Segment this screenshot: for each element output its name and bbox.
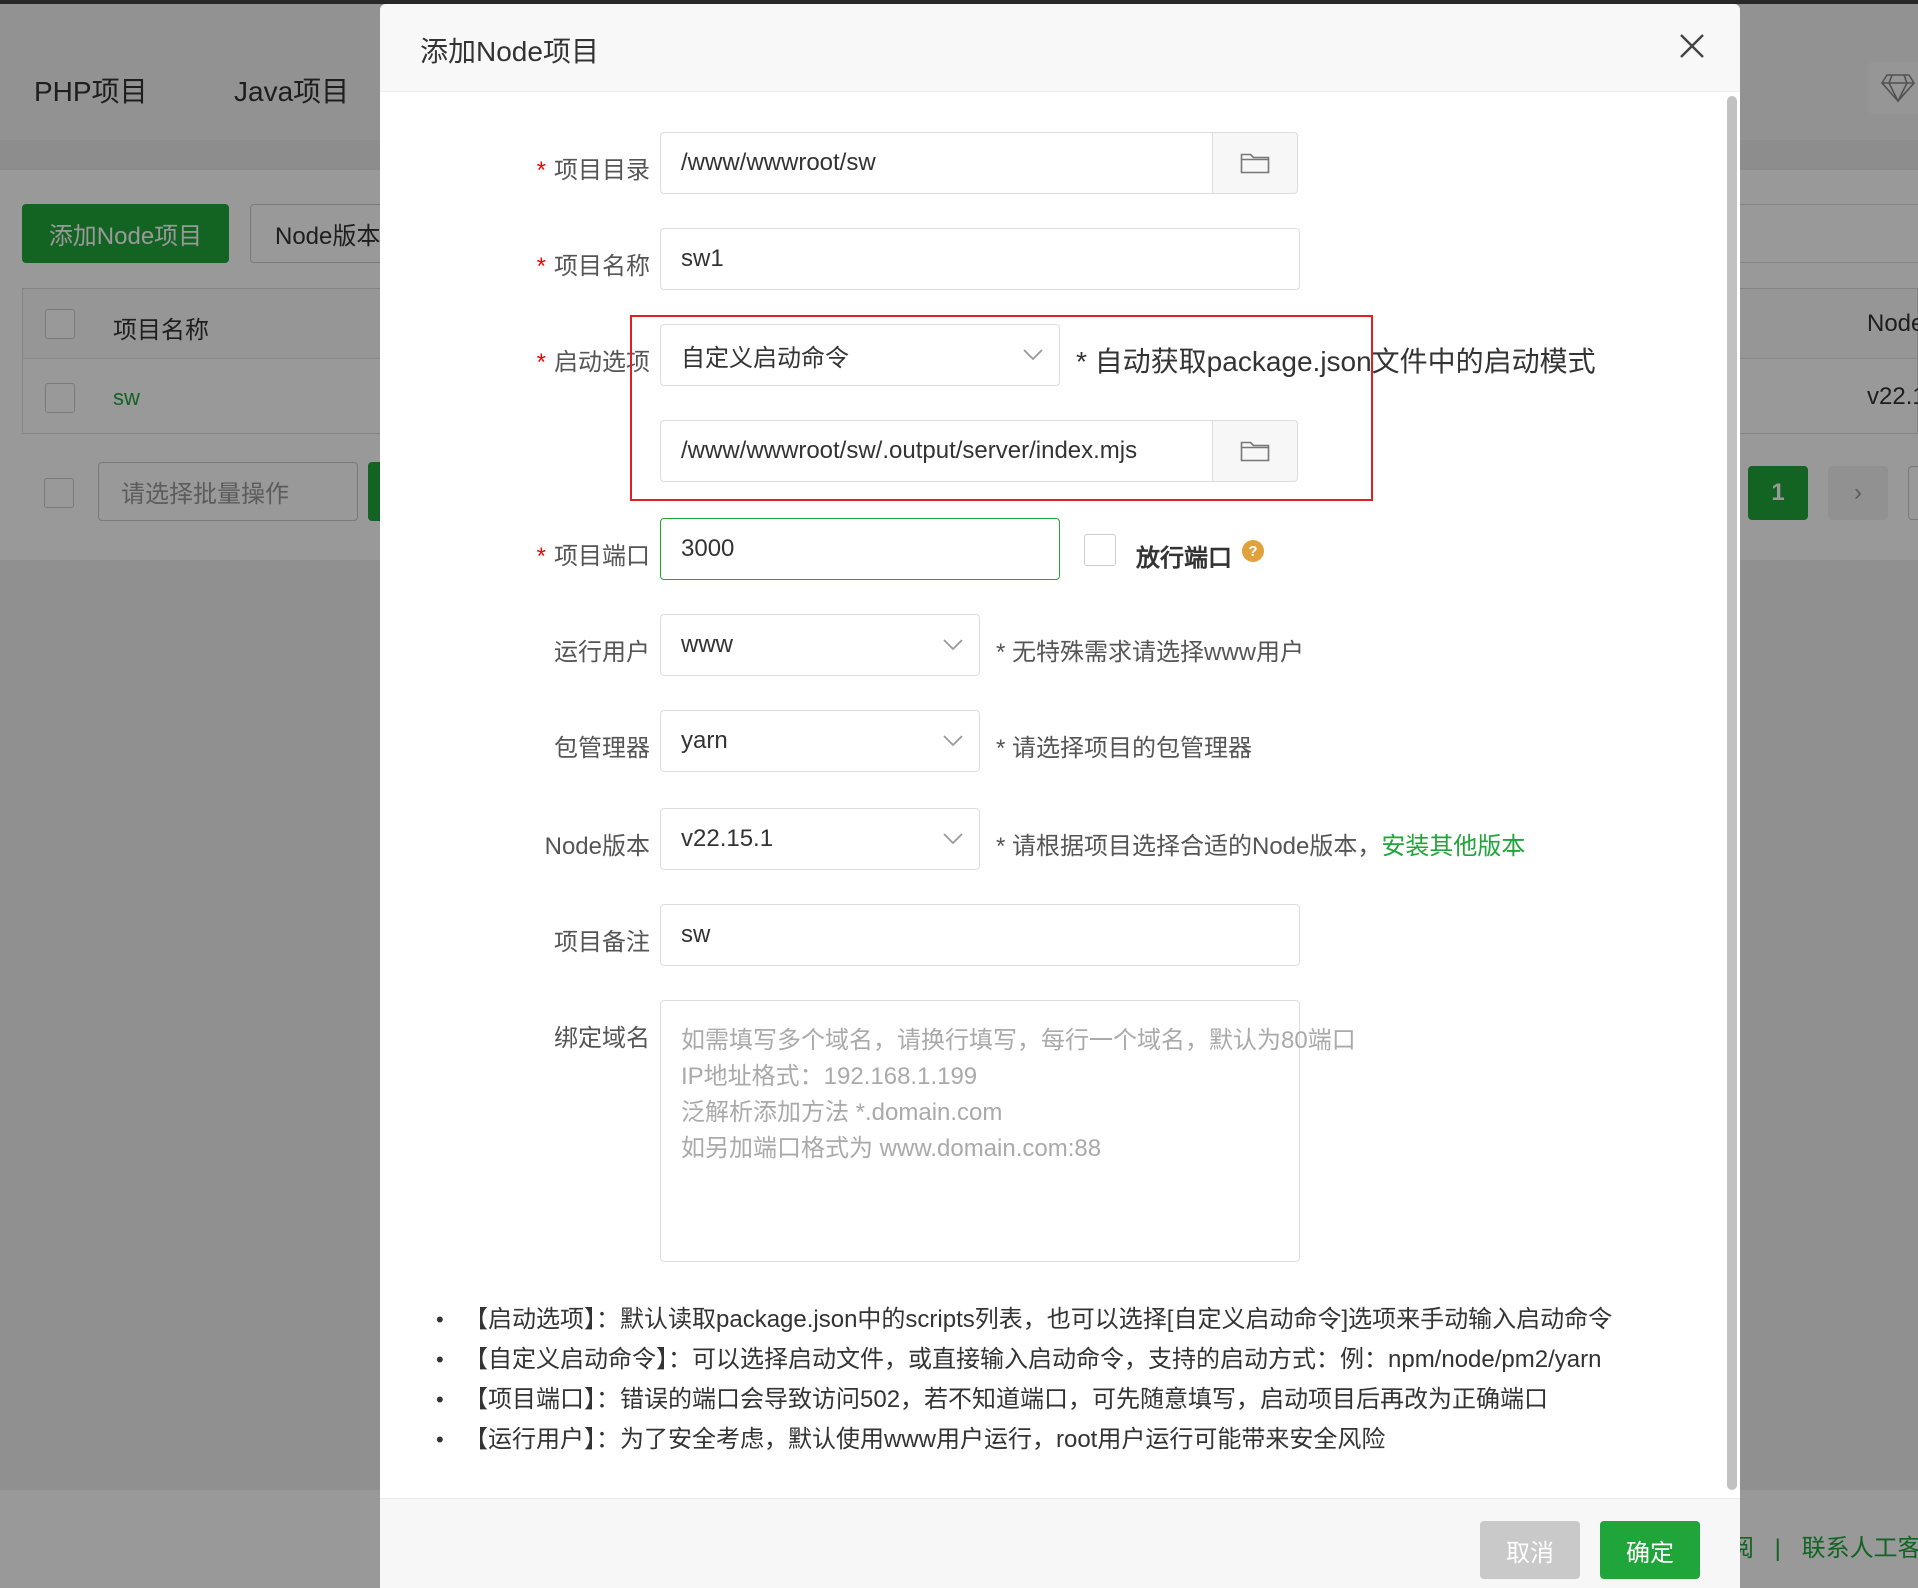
dialog-header: 添加Node项目: [380, 4, 1740, 92]
chevron-down-icon: [943, 735, 963, 747]
project-remark-input[interactable]: sw: [660, 904, 1300, 966]
node-version-value: v22.15.1: [681, 825, 774, 852]
confirm-button[interactable]: 确定: [1600, 1521, 1700, 1579]
dialog-footer: 取消 确定: [380, 1498, 1740, 1588]
bind-domain-label: 绑定域名: [554, 1025, 650, 1052]
package-manager-label: 包管理器: [554, 735, 650, 762]
run-user-hint: * 无特殊需求请选择www用户: [996, 639, 1305, 666]
project-name-input[interactable]: sw1: [660, 228, 1300, 290]
project-remark-label: 项目备注: [554, 929, 650, 956]
project-dir-label: * 项目目录: [536, 157, 650, 184]
dialog-scrollbar[interactable]: [1725, 92, 1739, 1492]
scrollbar-thumb[interactable]: [1727, 96, 1737, 1490]
package-manager-hint: * 请选择项目的包管理器: [996, 735, 1253, 762]
project-port-label: * 项目端口: [536, 543, 650, 570]
run-user-select[interactable]: www: [660, 614, 980, 676]
package-manager-value: yarn: [681, 727, 728, 754]
cancel-button[interactable]: 取消: [1480, 1521, 1580, 1579]
note-item: 【项目端口】：错误的端口会导致访问502，若不知道端口，可先随意填写，启动项目后…: [436, 1380, 1612, 1420]
help-icon[interactable]: ?: [1242, 540, 1264, 562]
highlight-box: [630, 315, 1373, 501]
open-port-label: 放行端口: [1136, 545, 1232, 572]
chevron-down-icon: [943, 639, 963, 651]
install-other-version-link[interactable]: 安装其他版本: [1381, 833, 1525, 860]
chevron-down-icon: [943, 833, 963, 845]
package-manager-select[interactable]: yarn: [660, 710, 980, 772]
run-user-value: www: [681, 631, 733, 658]
bind-domain-textarea[interactable]: 如需填写多个域名，请换行填写，每行一个域名，默认为80端口 IP地址格式：192…: [660, 1000, 1356, 1262]
help-notes: 【启动选项】：默认读取package.json中的scripts列表，也可以选择…: [436, 1300, 1612, 1460]
folder-icon[interactable]: [1212, 132, 1298, 194]
add-node-project-dialog: 添加Node项目 * 项目目录 /www/wwwroot/sw * 项目名称 sw1…: [380, 4, 1740, 1588]
dialog-title: 添加Node项目: [420, 36, 599, 67]
note-item: 【自定义启动命令】：可以选择启动文件，或直接输入启动命令，支持的启动方式：例：n…: [436, 1340, 1612, 1380]
node-version-label: Node版本: [544, 833, 650, 860]
node-version-hint: * 请根据项目选择合适的Node版本，安装其他版本: [996, 833, 1526, 860]
note-item: 【启动选项】：默认读取package.json中的scripts列表，也可以选择…: [436, 1300, 1612, 1340]
project-dir-input[interactable]: /www/wwwroot/sw: [660, 132, 1214, 194]
node-version-select[interactable]: v22.15.1: [660, 808, 980, 870]
run-user-label: 运行用户: [554, 639, 650, 666]
open-port-checkbox[interactable]: [1084, 534, 1116, 566]
note-item: 【运行用户】：为了安全考虑，默认使用www用户运行，root用户运行可能带来安全…: [436, 1420, 1612, 1460]
project-name-label: * 项目名称: [536, 253, 650, 280]
project-port-input[interactable]: 3000: [660, 518, 1060, 580]
close-icon[interactable]: [1670, 24, 1714, 68]
